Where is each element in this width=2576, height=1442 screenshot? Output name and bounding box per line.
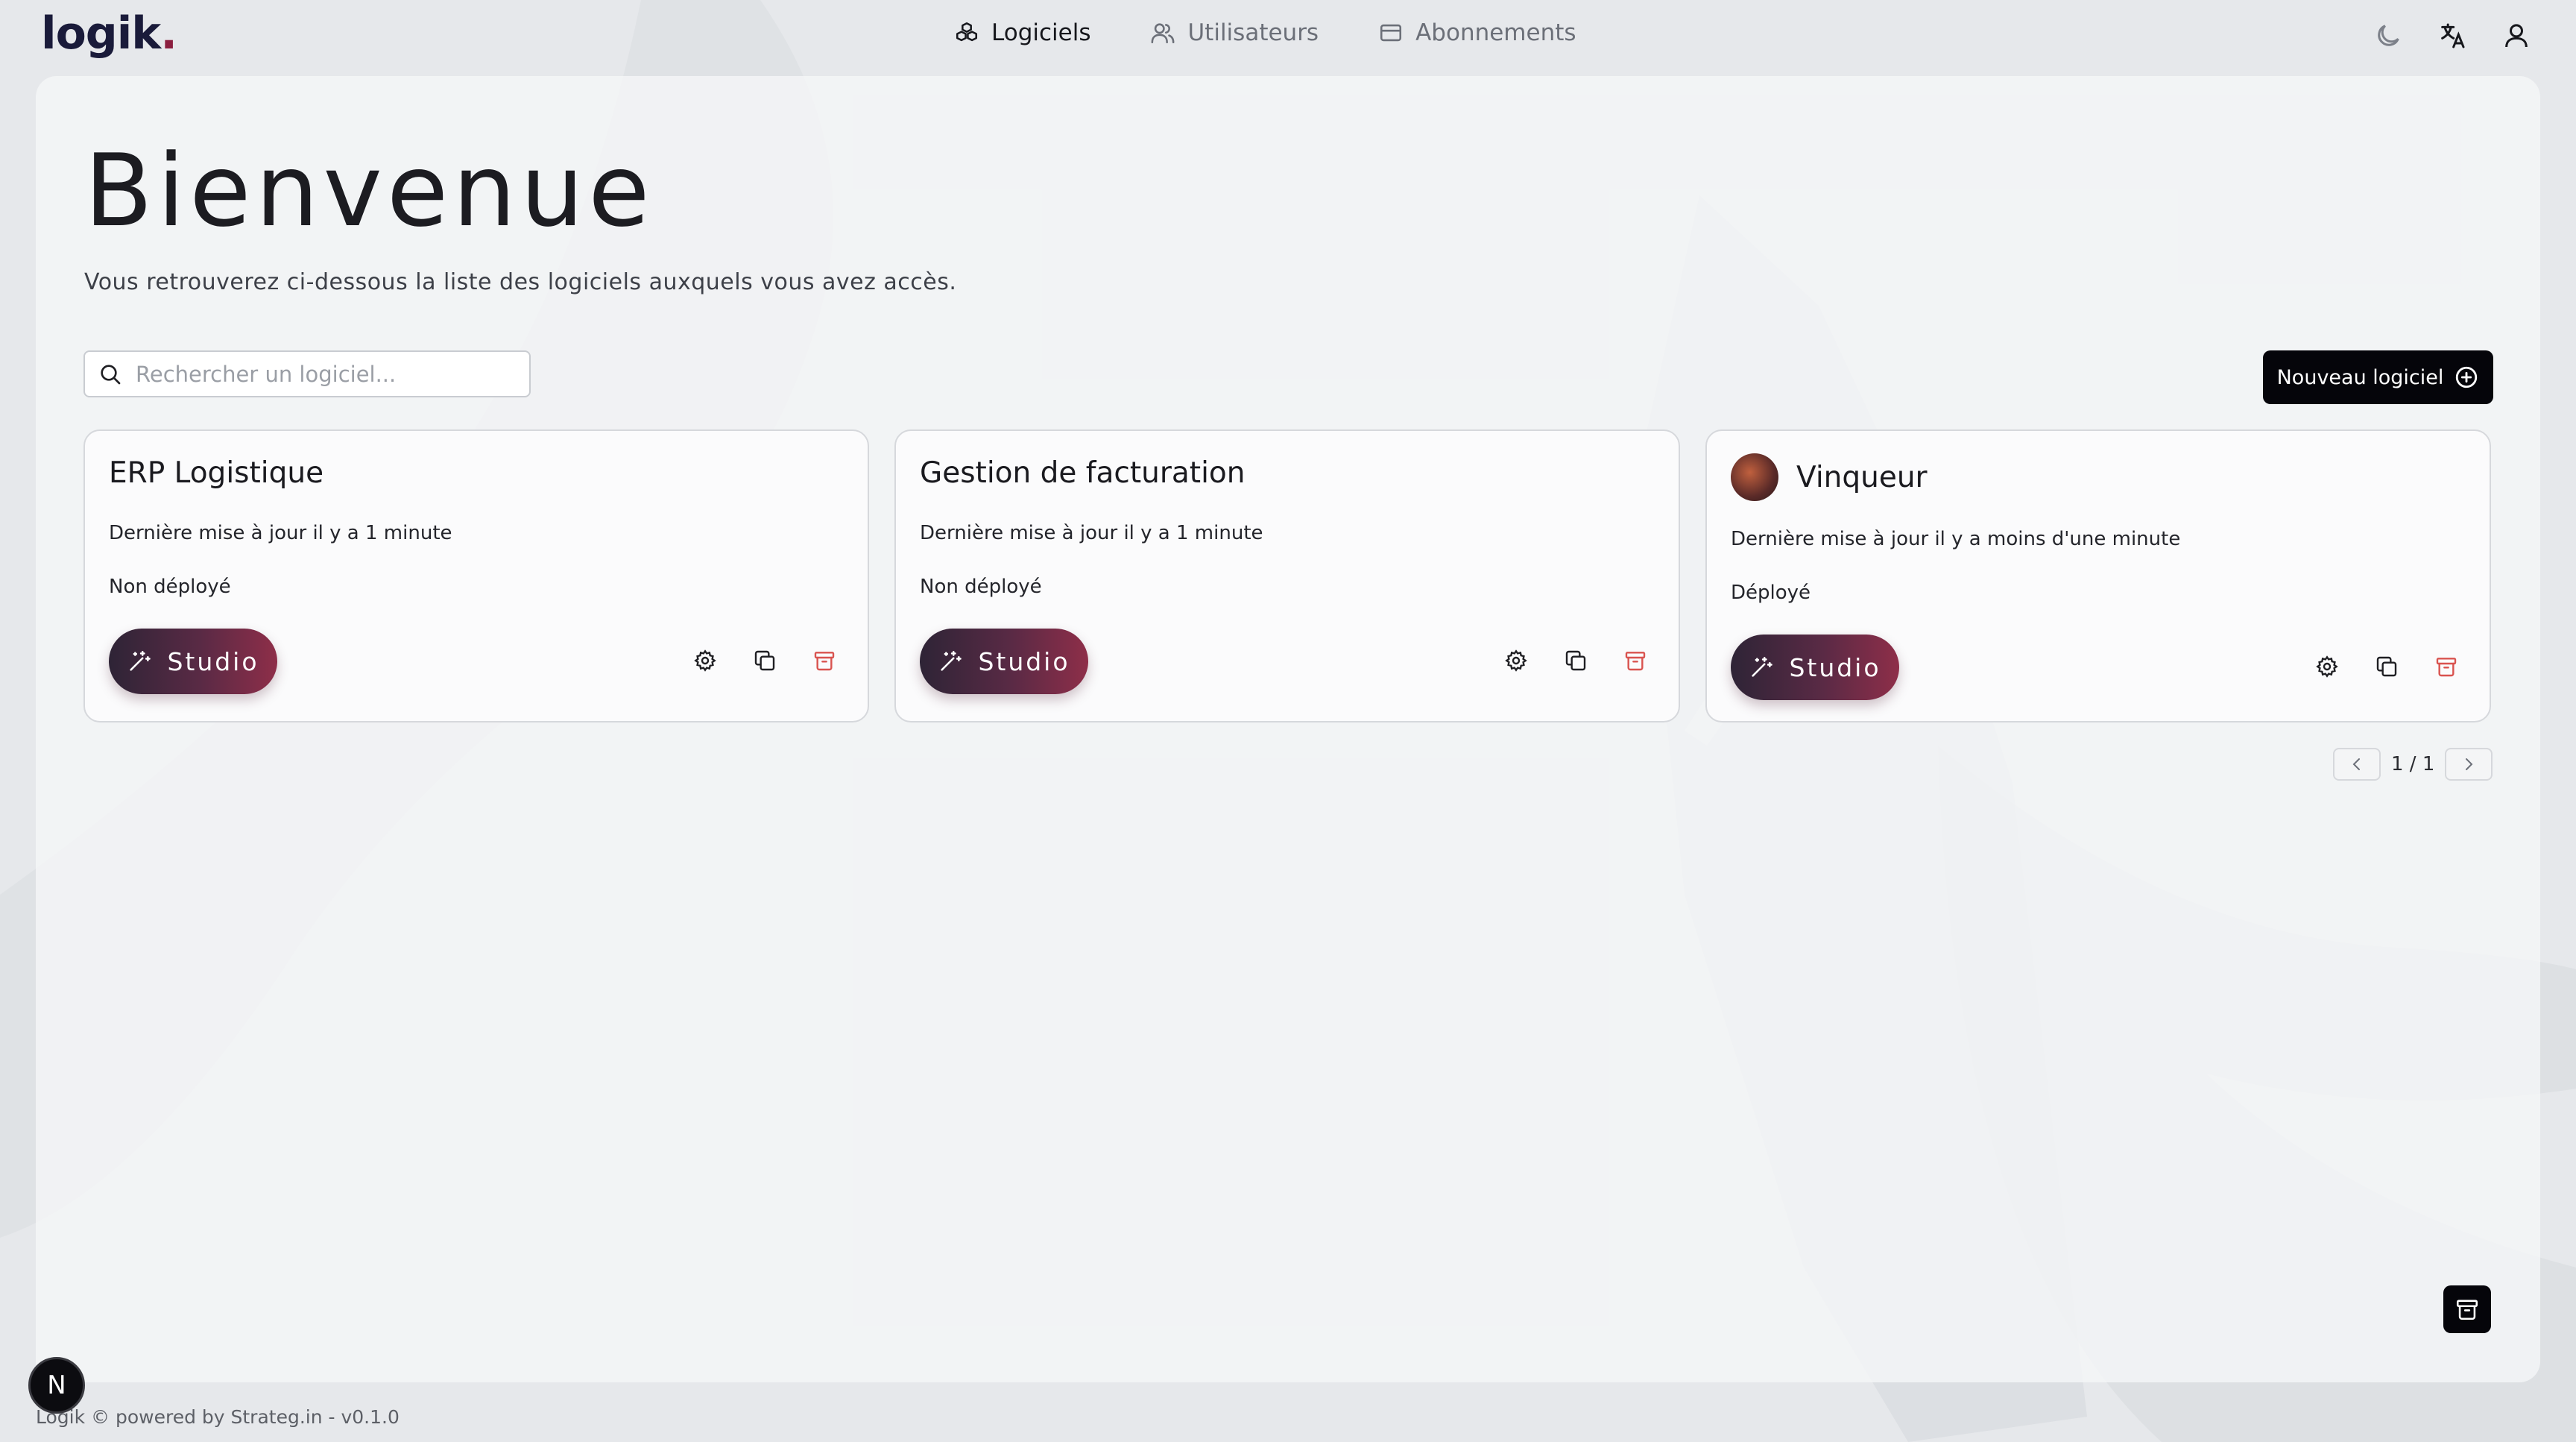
card-updated: Dernière mise à jour il y a moins d'une … — [1731, 528, 2181, 550]
studio-label: Studio — [167, 646, 259, 676]
software-card: ERP Logistique Dernière mise à jour il y… — [83, 429, 869, 722]
new-software-label: Nouveau logiciel — [2276, 365, 2444, 389]
card-actions — [2315, 655, 2458, 679]
nav-label: Logiciels — [991, 19, 1091, 46]
settings-gear-icon[interactable] — [2315, 655, 2339, 679]
next-page-button[interactable] — [2445, 748, 2493, 781]
main-nav: Logiciels Utilisateurs Abonnements — [954, 19, 1576, 46]
magic-wand-icon — [1752, 656, 1773, 677]
previous-page-button[interactable] — [2333, 748, 2381, 781]
nav-item-abonnements[interactable]: Abonnements — [1378, 19, 1576, 46]
card-status: Déployé — [1731, 582, 1811, 604]
card-title: Gestion de facturation — [920, 456, 1246, 490]
settings-gear-icon[interactable] — [693, 649, 717, 673]
card-actions — [1504, 649, 1647, 673]
magic-wand-icon — [941, 650, 962, 671]
chevron-right-icon — [2466, 758, 2473, 770]
studio-button[interactable]: Studio — [1731, 635, 1899, 700]
archived-items-button[interactable] — [2443, 1285, 2491, 1333]
plus-circle-icon — [2456, 366, 2478, 388]
user-icon[interactable] — [2501, 21, 2531, 51]
card-actions — [693, 649, 836, 673]
moon-icon[interactable] — [2373, 21, 2403, 51]
users-icon — [1152, 23, 1175, 44]
duplicate-icon[interactable] — [753, 649, 777, 673]
credit-card-icon — [1380, 24, 1402, 42]
dev-tools-badge[interactable]: N — [28, 1357, 85, 1414]
top-navigation-bar: logik. Logiciels Utilisateurs Abonnement… — [0, 0, 2576, 75]
chevron-left-icon — [2352, 758, 2360, 770]
studio-label: Studio — [1789, 652, 1881, 682]
archive-icon[interactable] — [2434, 655, 2458, 679]
studio-button[interactable]: Studio — [109, 629, 277, 694]
duplicate-icon[interactable] — [2375, 655, 2399, 679]
archive-icon[interactable] — [812, 649, 836, 673]
studio-label: Studio — [978, 646, 1070, 676]
software-card: Gestion de facturation Dernière mise à j… — [894, 429, 1680, 722]
card-updated: Dernière mise à jour il y a 1 minute — [109, 522, 452, 544]
card-updated: Dernière mise à jour il y a 1 minute — [920, 522, 1263, 544]
magic-wand-icon — [130, 650, 151, 671]
page-subtitle: Vous retrouverez ci-dessous la liste des… — [84, 269, 957, 295]
search-icon — [101, 364, 121, 384]
footer-text: Logik © powered by Strateg.in - v0.1.0 — [36, 1406, 400, 1428]
logo[interactable]: logik. — [41, 7, 177, 60]
card-status: Non déployé — [920, 576, 1042, 598]
translate-icon[interactable] — [2437, 21, 2467, 51]
top-right-icons — [2373, 21, 2531, 51]
card-title: ERP Logistique — [109, 456, 324, 490]
studio-button[interactable]: Studio — [920, 629, 1088, 694]
archive-icon[interactable] — [1623, 649, 1647, 673]
card-title: Vinqueur — [1796, 460, 1928, 494]
nav-item-utilisateurs[interactable]: Utilisateurs — [1150, 19, 1319, 46]
nav-item-logiciels[interactable]: Logiciels — [954, 19, 1090, 46]
nav-label: Utilisateurs — [1187, 19, 1319, 46]
duplicate-icon[interactable] — [1564, 649, 1588, 673]
card-status: Non déployé — [109, 576, 231, 598]
page-title: Bienvenue — [84, 133, 654, 249]
page-indicator: 1 / 1 — [2391, 753, 2435, 775]
new-software-button[interactable]: Nouveau logiciel — [2263, 350, 2493, 404]
page-content: Bienvenue Vous retrouverez ci-dessous la… — [0, 0, 2576, 1442]
archive-icon — [2456, 1300, 2478, 1320]
search-box — [83, 350, 531, 397]
software-avatar — [1731, 453, 1778, 501]
pagination: 1 / 1 — [2333, 748, 2493, 781]
nav-label: Abonnements — [1415, 19, 1576, 46]
search-input[interactable] — [136, 361, 523, 387]
settings-gear-icon[interactable] — [1504, 649, 1528, 673]
boxes-icon — [956, 22, 978, 42]
software-card: Vinqueur Dernière mise à jour il y a moi… — [1705, 429, 2491, 722]
card-title-row: Vinqueur — [1731, 453, 1928, 501]
